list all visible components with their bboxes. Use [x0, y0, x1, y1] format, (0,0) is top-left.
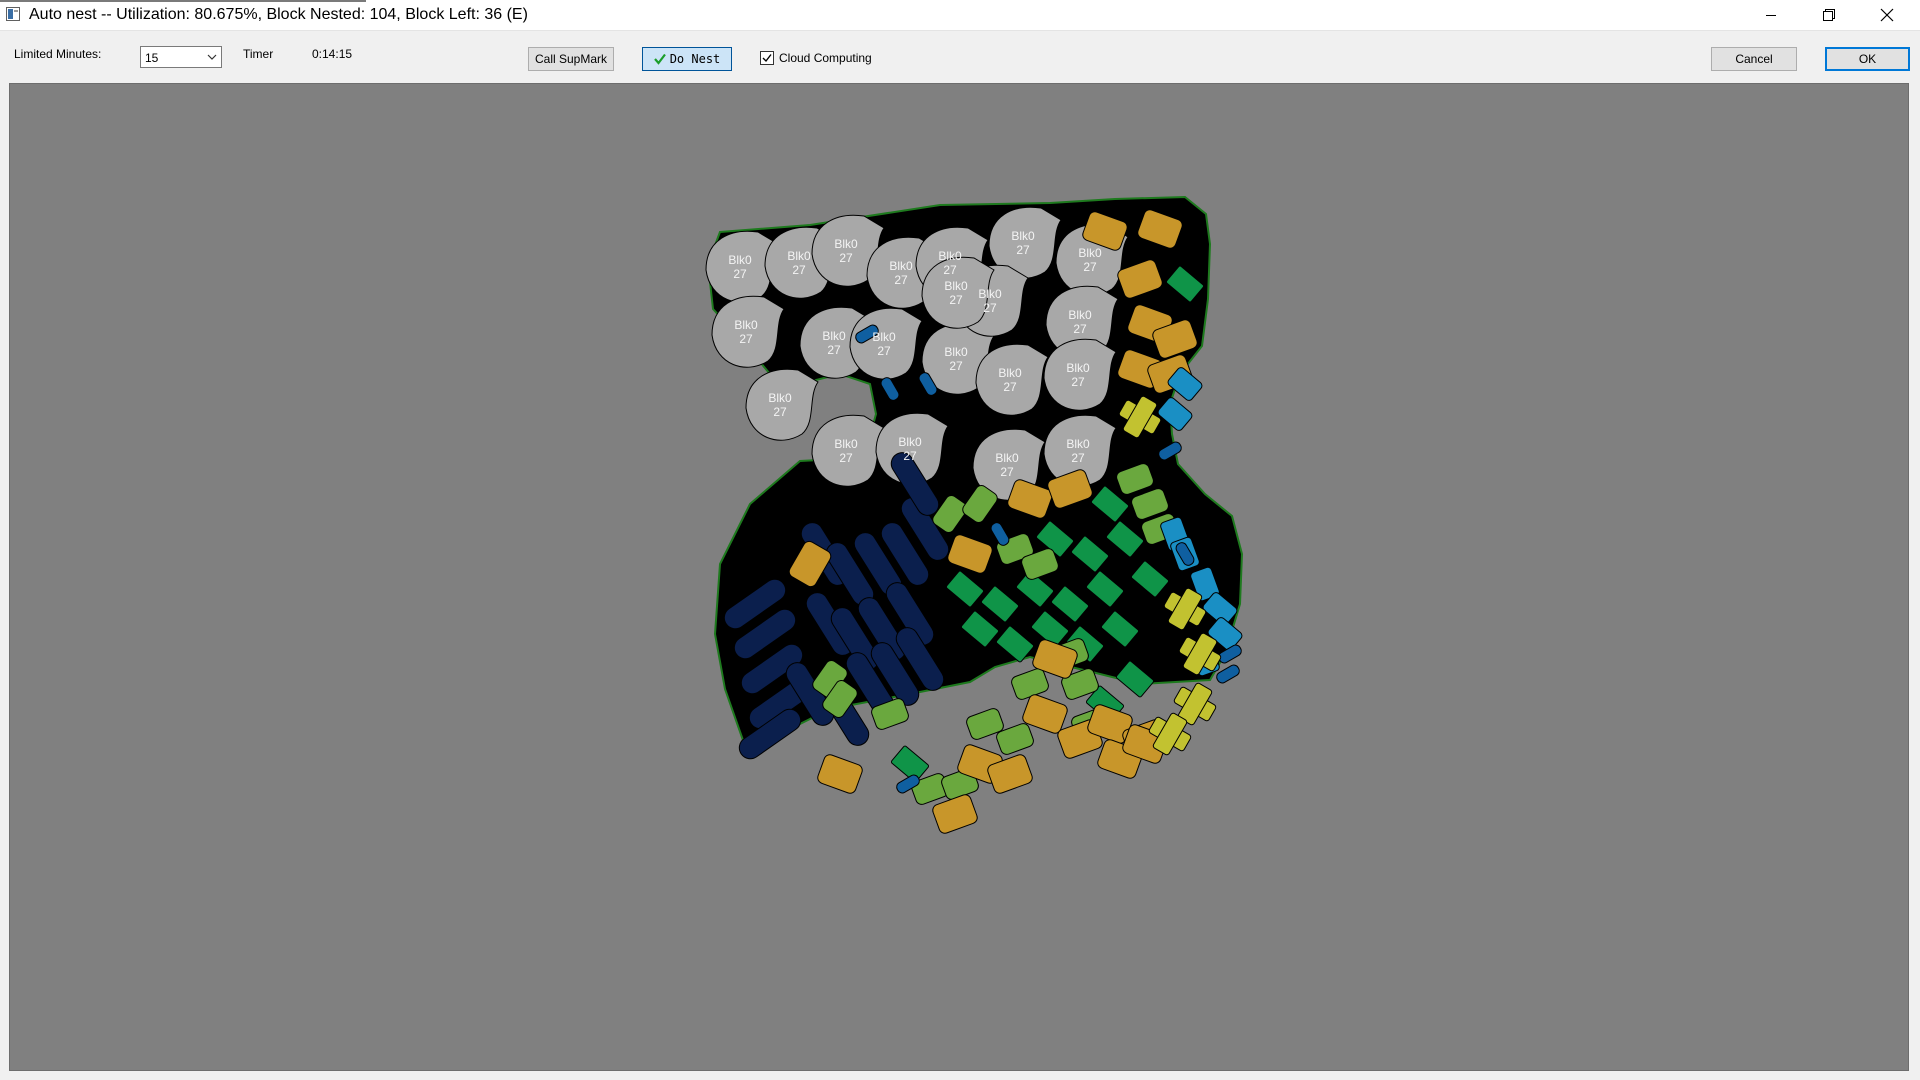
- block-label: Blk0: [734, 318, 758, 332]
- cloud-computing-label: Cloud Computing: [779, 51, 872, 65]
- cloud-computing-checkbox[interactable]: [760, 51, 774, 65]
- check-icon: [762, 54, 772, 63]
- limited-minutes-select[interactable]: 15: [140, 46, 222, 68]
- nest-view[interactable]: Blk027Blk027Blk027Blk027Blk027Blk027 Blk0…: [10, 84, 1908, 1070]
- block-label: 27: [1073, 322, 1087, 336]
- close-icon: [1880, 8, 1894, 22]
- block-label: Blk0: [728, 253, 752, 267]
- checkmark-icon: [653, 53, 666, 65]
- block-label: Blk0: [1066, 437, 1090, 451]
- block-label: 27: [943, 263, 957, 277]
- block-label: 27: [1083, 260, 1097, 274]
- restore-icon: [1823, 9, 1835, 21]
- nest-canvas[interactable]: Blk0 27 Blk0 27 Blk0 27 Blk0 27 Blk0 27 Blk0 27 Blk0…: [9, 83, 1909, 1071]
- block-label: Blk0: [944, 279, 968, 293]
- block-label: 27: [1071, 451, 1085, 465]
- block-label: 27: [839, 251, 853, 265]
- block-label: Blk0: [938, 249, 962, 263]
- block-label: Blk0: [834, 437, 858, 451]
- cancel-label: Cancel: [1735, 52, 1773, 66]
- do-nest-label: Do Nest: [669, 52, 721, 66]
- block-label: Blk0: [872, 330, 896, 344]
- block-label: Blk0: [898, 435, 922, 449]
- block-label: 27: [894, 273, 908, 287]
- block-label: 27: [839, 451, 853, 465]
- block-label: 27: [1016, 243, 1030, 257]
- block-label: Blk0: [1068, 308, 1092, 322]
- block-label: Blk0: [768, 391, 792, 405]
- block-label: Blk0: [1011, 229, 1035, 243]
- block-label: 27: [903, 449, 917, 463]
- restore-button[interactable]: [1800, 0, 1858, 30]
- block-label: 27: [983, 301, 997, 315]
- limited-minutes-value: 15: [145, 51, 159, 65]
- block-label: Blk0: [1066, 361, 1090, 375]
- block-label: 27: [792, 263, 806, 277]
- close-button[interactable]: [1858, 0, 1916, 30]
- timer-value: 0:14:15: [312, 47, 353, 61]
- app-icon: [6, 7, 20, 21]
- do-nest-button[interactable]: Do Nest: [642, 47, 732, 71]
- block-label: Blk0: [944, 345, 968, 359]
- minimize-icon: [1766, 15, 1776, 16]
- call-supmark-label: Call SupMark: [534, 52, 608, 66]
- block-label: Blk0: [834, 237, 858, 251]
- limited-minutes-label: Limited Minutes:: [14, 47, 102, 61]
- block-label: 27: [949, 359, 963, 373]
- block-label: Blk0: [889, 259, 913, 273]
- call-supmark-button[interactable]: Call SupMark: [528, 47, 614, 71]
- gold-piece: [932, 794, 978, 834]
- minimize-button[interactable]: [1742, 0, 1800, 30]
- block-label: 27: [739, 332, 753, 346]
- block-label: 27: [877, 344, 891, 358]
- cancel-button[interactable]: Cancel: [1711, 47, 1797, 71]
- block-label: Blk0: [822, 329, 846, 343]
- block-label: Blk0: [978, 287, 1002, 301]
- block-label: 27: [1000, 465, 1014, 479]
- block-label: 27: [949, 293, 963, 307]
- window-title: Auto nest -- Utilization: 80.675%, Block…: [29, 6, 528, 23]
- block-label: 27: [827, 343, 841, 357]
- block-label: Blk0: [998, 366, 1022, 380]
- block-label: Blk0: [787, 249, 811, 263]
- block-label: 27: [733, 267, 747, 281]
- ok-button[interactable]: OK: [1825, 47, 1910, 71]
- block-label: 27: [1003, 380, 1017, 394]
- chevron-down-icon: [207, 54, 217, 60]
- block-label: Blk0: [995, 451, 1019, 465]
- ok-label: OK: [1858, 52, 1877, 66]
- block-label: 27: [773, 405, 787, 419]
- block-label: 27: [1071, 375, 1085, 389]
- toolbar: [0, 31, 1920, 83]
- light-green-piece: [1011, 668, 1049, 700]
- gold-piece: [817, 754, 863, 794]
- title-progress-bar: [0, 0, 366, 2]
- block-label: Blk0: [1078, 246, 1102, 260]
- timer-label: Timer: [243, 47, 274, 61]
- title-bar: Auto nest -- Utilization: 80.675%, Block…: [0, 0, 1920, 31]
